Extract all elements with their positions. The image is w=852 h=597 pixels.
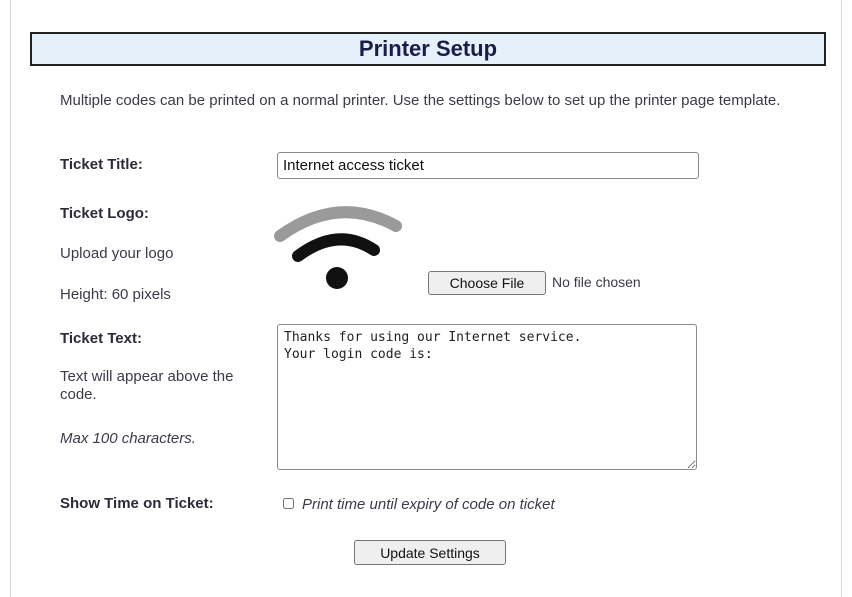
upload-logo-hint: Upload your logo: [60, 245, 174, 262]
ticket-title-input[interactable]: [277, 152, 699, 179]
wifi-outer-arc: [274, 206, 402, 242]
ticket-text-limit: Max 100 characters.: [60, 430, 196, 447]
wifi-inner-arc: [292, 233, 380, 262]
ticket-title-label: Ticket Title:: [60, 156, 143, 173]
ticket-text-label: Ticket Text:: [60, 330, 142, 347]
update-settings-button[interactable]: Update Settings: [354, 540, 506, 565]
show-time-label: Show Time on Ticket:: [60, 495, 214, 512]
file-status: No file chosen: [552, 274, 641, 290]
show-time-checkbox[interactable]: [283, 498, 294, 509]
ticket-logo-label: Ticket Logo:: [60, 205, 149, 222]
ticket-text-hint: Text will appear above the code.: [60, 368, 234, 403]
wifi-icon: [274, 206, 402, 289]
intro-text: Multiple codes can be printed on a norma…: [60, 92, 781, 109]
wifi-dot: [326, 267, 348, 289]
ticket-text-input[interactable]: Thanks for using our Internet service. Y…: [277, 324, 697, 470]
logo-height-hint: Height: 60 pixels: [60, 286, 171, 303]
show-time-checkbox-label[interactable]: Print time until expiry of code on ticke…: [302, 496, 555, 513]
page-title: Printer Setup: [30, 32, 826, 66]
choose-file-button[interactable]: Choose File: [428, 271, 546, 295]
